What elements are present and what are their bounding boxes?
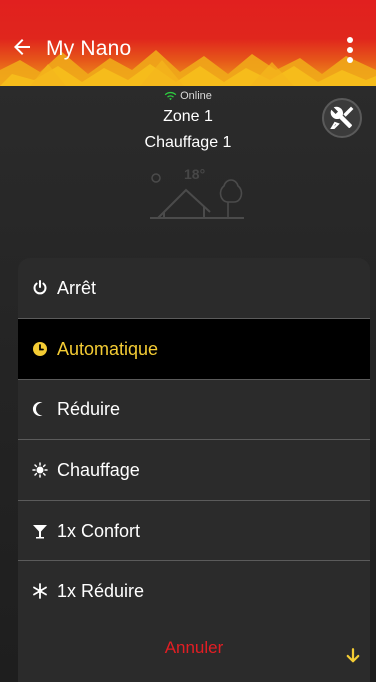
arrow-down-icon[interactable] (344, 647, 362, 665)
option-1x-reduire[interactable]: 1x Réduire (18, 561, 370, 621)
option-1x-confort[interactable]: 1x Confort (18, 501, 370, 561)
option-reduire[interactable]: Réduire (18, 379, 370, 439)
zone-name: Zone 1 (163, 108, 213, 125)
more-vert-icon[interactable] (344, 37, 356, 63)
option-label: 1x Réduire (57, 580, 145, 601)
cancel-button[interactable]: Annuler (18, 638, 370, 658)
option-label: Chauffage (57, 459, 140, 480)
snowflake-icon (32, 583, 48, 599)
sun-icon (32, 462, 48, 478)
circuit-name: Chauffage 1 (144, 134, 232, 151)
settings-tools-button[interactable] (322, 98, 362, 138)
back-button[interactable] (10, 35, 34, 59)
option-arret[interactable]: Arrêt (18, 258, 370, 318)
moon-icon (32, 401, 48, 417)
app-bar: My Nano (0, 0, 376, 86)
option-label: Automatique (57, 338, 159, 359)
tools-icon (330, 106, 354, 129)
connection-status: Online (0, 90, 376, 102)
option-label: 1x Confort (57, 520, 141, 541)
cocktail-icon (32, 523, 48, 539)
option-label: Arrêt (57, 277, 97, 298)
option-label: Réduire (57, 398, 121, 419)
power-icon (32, 280, 48, 296)
arrow-back-icon (14, 39, 30, 55)
option-chauffage[interactable]: Chauffage (18, 440, 370, 500)
clock-icon (32, 341, 48, 357)
room-temperature: 18° (184, 166, 206, 182)
app-title: My Nano (46, 37, 132, 60)
wifi-icon (164, 91, 177, 101)
online-label: Online (180, 90, 212, 102)
option-automatique[interactable]: Automatique (18, 319, 370, 379)
mode-selection-sheet: Arrêt Automatique Réduire Chauffage 1x C… (18, 258, 370, 682)
